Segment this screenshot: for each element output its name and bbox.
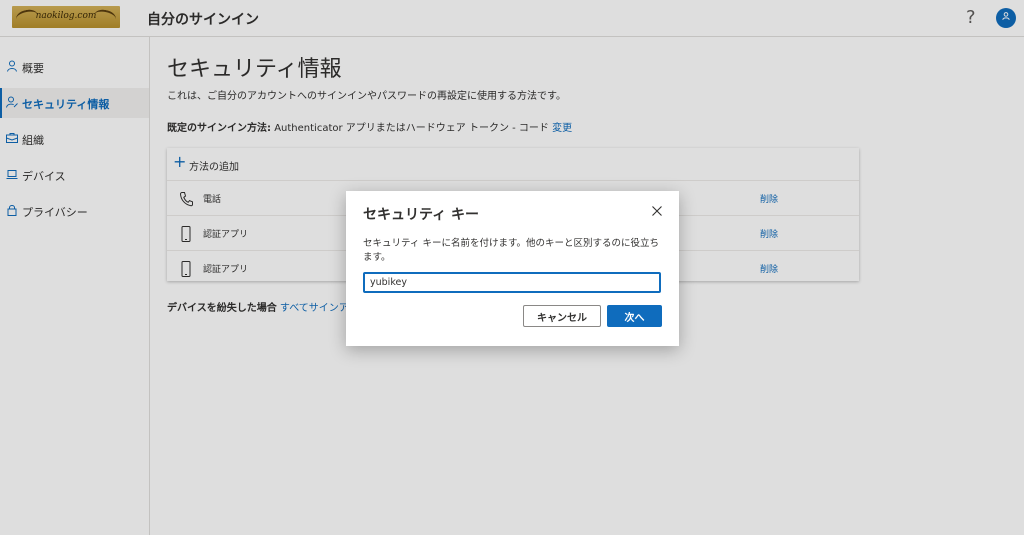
cancel-button[interactable]: キャンセル [523,305,601,327]
security-key-name-input[interactable] [363,272,661,293]
next-button[interactable]: 次へ [607,305,662,327]
dialog-description: セキュリティ キーに名前を付けます。他のキーと区別するのに役立ちます。 [363,238,660,263]
close-icon[interactable] [650,204,664,218]
dialog-title: セキュリティ キー [363,207,480,223]
security-key-dialog: セキュリティ キー セキュリティ キーに名前を付けます。他のキーと区別するのに役… [346,191,679,346]
